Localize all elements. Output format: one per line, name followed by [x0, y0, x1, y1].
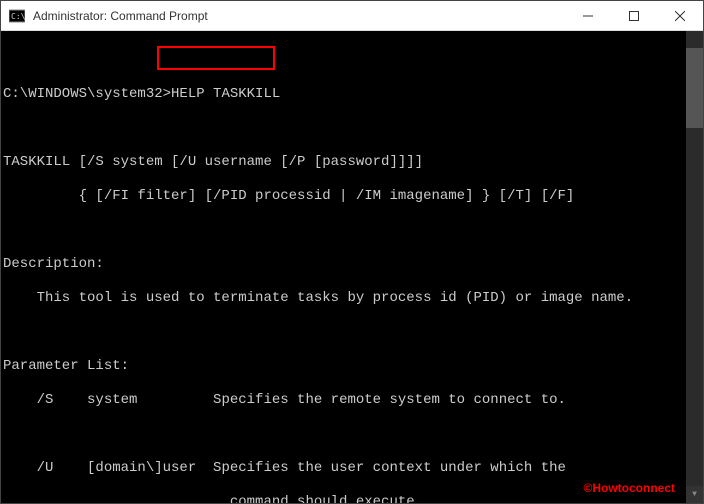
window-title: Administrator: Command Prompt [33, 9, 565, 23]
window-controls [565, 1, 703, 30]
vertical-scrollbar[interactable]: ▲ ▼ [686, 31, 703, 503]
cmd-icon: C:\ [9, 8, 25, 24]
minimize-button[interactable] [565, 1, 611, 30]
typed-command: HELP TASKKILL [171, 86, 280, 102]
console-output: C:\WINDOWS\system32>HELP TASKKILL TASKKI… [1, 31, 686, 503]
watermark-text: ©Howtoconnect [583, 480, 675, 497]
svg-text:C:\: C:\ [11, 12, 25, 21]
close-button[interactable] [657, 1, 703, 30]
paramlist-heading: Parameter List: [3, 358, 684, 375]
description-body: This tool is used to terminate tasks by … [3, 290, 684, 307]
maximize-button[interactable] [611, 1, 657, 30]
scroll-thumb[interactable] [686, 48, 703, 128]
usage-line-2: { [/FI filter] [/PID processid | /IM ima… [3, 188, 684, 205]
scroll-down-button[interactable]: ▼ [686, 486, 703, 503]
titlebar: C:\ Administrator: Command Prompt [1, 1, 703, 31]
prompt-path: C:\WINDOWS\system32> [3, 86, 171, 102]
usage-line-1: TASKKILL [/S system [/U username [/P [pa… [3, 154, 684, 171]
console-area[interactable]: C:\WINDOWS\system32>HELP TASKKILL TASKKI… [1, 31, 703, 503]
param-row: /U [domain\]user Specifies the user cont… [3, 460, 684, 477]
param-row-cont: command should execute. [3, 494, 684, 503]
description-heading: Description: [3, 256, 684, 273]
param-row: /S system Specifies the remote system to… [3, 392, 684, 409]
